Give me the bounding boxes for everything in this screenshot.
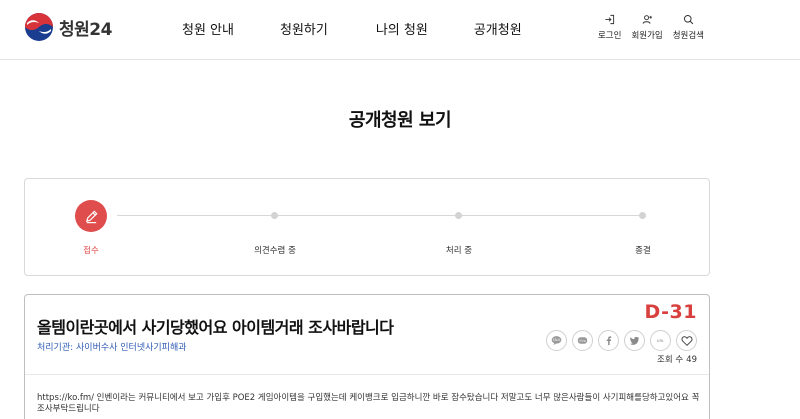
svg-text:TALK: TALK (552, 338, 562, 342)
step-processing-dot (455, 212, 462, 219)
progress-stepper: 접수 의견수렴 중 처리 중 종결 (24, 178, 710, 276)
twitter-share-button[interactable] (624, 330, 645, 351)
site-logo[interactable]: 청원24 (24, 12, 112, 42)
step-closed-dot (639, 212, 646, 219)
login-button[interactable]: 로그인 (598, 14, 621, 41)
petition-search-button[interactable]: 청원검색 (673, 14, 704, 41)
kakao-story-share-button[interactable]: blog (572, 330, 593, 351)
heart-icon (680, 335, 693, 346)
signup-label: 회원가입 (631, 31, 663, 41)
nav-submit-petition[interactable]: 청원하기 (280, 19, 328, 38)
kakao-story-icon: blog (577, 337, 588, 344)
facebook-share-button[interactable] (598, 330, 619, 351)
pencil-icon (85, 209, 98, 223)
petition-detail: 올템이란곳에서 사기당했어요 아이템거래 조사바랍니다 처리기관: 사이버수사 … (24, 294, 710, 419)
petition-title: 올템이란곳에서 사기당했어요 아이템거래 조사바랍니다 (37, 318, 394, 337)
nav-petition-guide[interactable]: 청원 안내 (182, 19, 234, 38)
step-received-marker (75, 200, 107, 232)
page-title: 공개청원 보기 (348, 110, 452, 131)
url-copy-button[interactable]: URL (650, 330, 671, 351)
view-count: 조회 수 49 (657, 353, 697, 365)
step-opinion-dot (271, 212, 278, 219)
user-add-icon (642, 15, 652, 24)
view-count-value: 49 (686, 355, 697, 365)
step-label-opinion: 의견수렴 중 (254, 246, 296, 256)
petition-divider (25, 374, 709, 375)
government-emblem-icon (25, 13, 53, 41)
signup-button[interactable]: 회원가입 (631, 14, 663, 41)
petition-search-label: 청원검색 (672, 31, 704, 41)
view-count-label: 조회 수 (657, 355, 684, 365)
login-label: 로그인 (597, 31, 622, 41)
main-nav: 청원 안내 청원하기 나의 청원 공개청원 (182, 19, 522, 38)
dday-badge: D-31 (644, 301, 697, 323)
petition-body: https://ko.fm/ 인벤이라는 커뮤니티에서 보고 가입후 POE2 … (37, 393, 700, 414)
step-label-processing: 처리 중 (445, 246, 473, 256)
facebook-icon (606, 336, 612, 346)
progress-line (117, 215, 645, 216)
site-header: 청원24 청원 안내 청원하기 나의 청원 공개청원 로그인 회원가입 청원검색 (0, 0, 800, 60)
svg-text:URL: URL (657, 338, 666, 343)
step-label-closed: 종결 (635, 246, 651, 256)
search-icon (683, 14, 694, 25)
kakao-talk-icon: TALK (551, 336, 562, 346)
like-button[interactable] (676, 330, 697, 351)
url-icon: URL (657, 338, 666, 343)
svg-text:blog: blog (579, 339, 586, 343)
login-icon (605, 14, 615, 25)
nav-my-petition[interactable]: 나의 청원 (376, 19, 428, 38)
logo-text: 청원24 (59, 19, 112, 40)
step-label-received: 접수 (83, 246, 99, 256)
share-buttons: TALK blog URL (541, 330, 697, 351)
nav-public-petition[interactable]: 공개청원 (474, 19, 522, 38)
kakao-talk-share-button[interactable]: TALK (546, 330, 567, 351)
utility-menu: 로그인 회원가입 청원검색 (588, 14, 704, 41)
petition-agency[interactable]: 처리기관: 사이버수사 인터넷사기피해과 (37, 340, 187, 353)
twitter-icon (629, 336, 640, 345)
